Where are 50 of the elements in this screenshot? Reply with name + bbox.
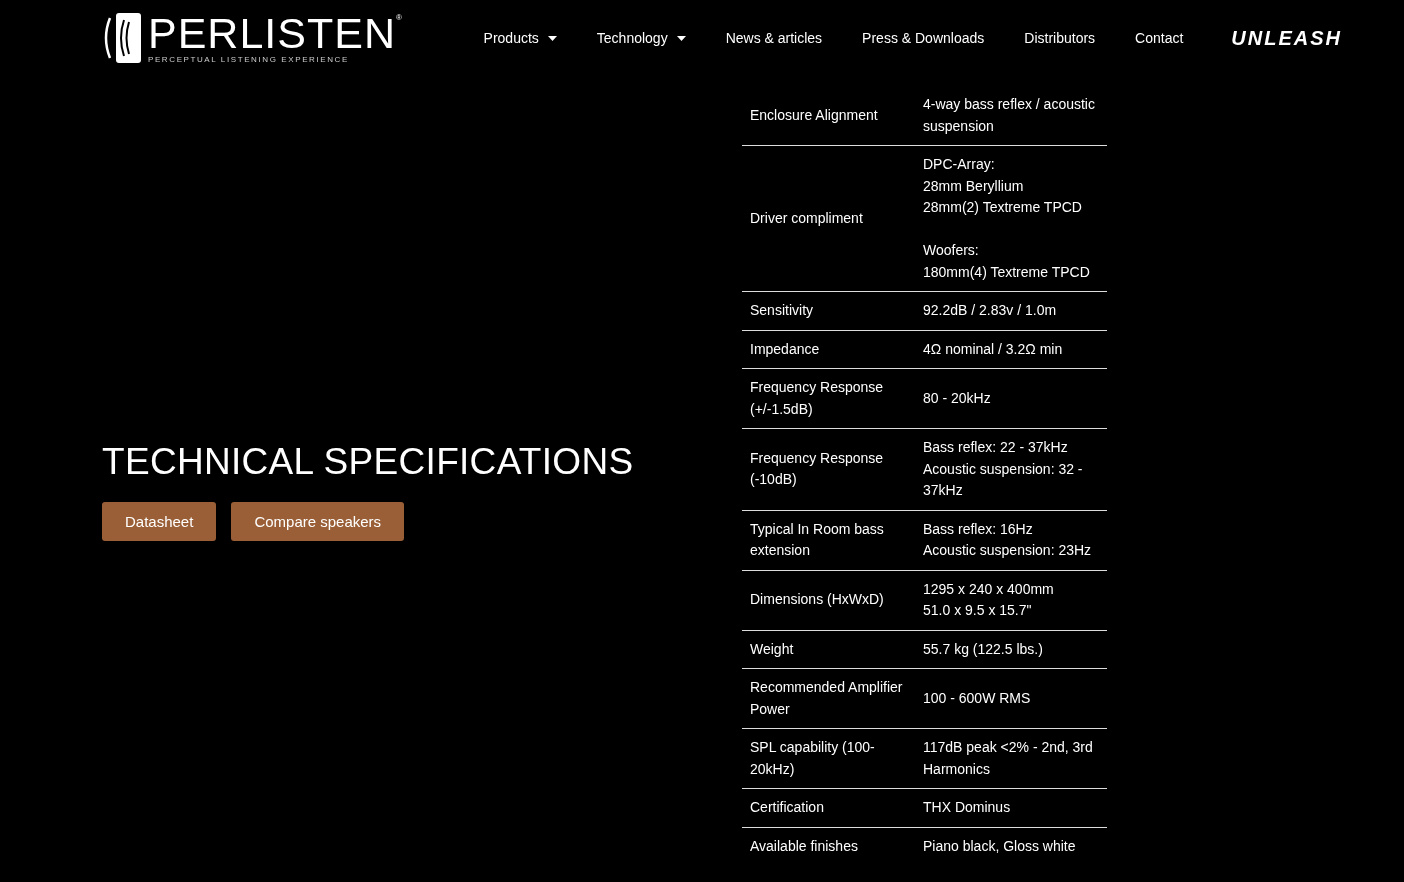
spec-label: Driver compliment: [749, 208, 864, 228]
caret-icon: [547, 35, 557, 41]
spec-value: 80 - 20kHz: [923, 388, 992, 408]
nav-link[interactable]: News & articles: [725, 30, 823, 46]
spec-value: Acoustic suspension: 32 - 37kHz: [923, 459, 1084, 500]
caret-icon: [676, 35, 686, 41]
spec-value: 4Ω nominal / 3.2Ω min: [923, 339, 1064, 359]
nav-link[interactable]: Distributors: [1024, 30, 1096, 46]
spec-value: 180mm(4) Textreme TPCD: [923, 262, 1091, 282]
spec-label: Weight: [749, 639, 795, 659]
spec-label: SPL capability (100-20kHz): [749, 738, 876, 779]
spec-value: 55.7 kg (122.5 lbs.): [923, 639, 1044, 659]
spec-value: Woofers:: [923, 241, 980, 260]
spec-value: 28mm(2) Textreme TPCD: [923, 198, 1083, 217]
spec-label: Frequency Response (-10dB): [749, 448, 885, 490]
nav-link[interactable]: Contact: [1135, 30, 1184, 46]
nav-link[interactable]: Products: [483, 30, 557, 46]
spec-label: Enclosure Alignment: [749, 105, 879, 125]
brand-name: PERLISTEN: [148, 12, 396, 53]
spec-value: THX Dominus: [923, 798, 1012, 817]
perlisten-logo[interactable]: PERLISTEN® PERCEPTUAL LISTENING EXPERIENCE: [104, 12, 402, 64]
spec-value: 1295 x 240 x 400mm: [923, 579, 1055, 599]
spec-value: 92.2dB / 2.83v / 1.0m: [923, 301, 1058, 320]
nav-link[interactable]: Press & Downloads: [862, 30, 985, 46]
datasheet-button[interactable]: Datasheet: [102, 501, 217, 541]
brand-tagline: PERCEPTUAL LISTENING EXPERIENCE: [148, 54, 350, 64]
compare-button[interactable]: Compare speakers: [231, 501, 405, 541]
spec-value: 100 - 600W RMS: [923, 688, 1032, 708]
spec-label: Available finishes: [749, 836, 859, 856]
spec-value: Bass reflex: 16Hz: [923, 519, 1034, 539]
spec-value: DPC-Array:: [923, 155, 996, 174]
spec-value: 4-way bass reflex / acoustic suspension: [923, 95, 1096, 136]
spec-value: 28mm Beryllium: [923, 176, 1025, 196]
spec-value: Acoustic suspension: 23Hz: [923, 541, 1093, 560]
spec-label: Frequency Response (+/-1.5dB): [749, 378, 885, 419]
spec-label: Typical In Room bass extension: [749, 519, 885, 560]
spec-label: Certification: [749, 798, 825, 817]
unleash-link[interactable]: UNLEASH: [1231, 26, 1342, 50]
logo-mark-icon: [104, 12, 142, 64]
spec-value: 117dB peak <2% - 2nd, 3rd Harmonics: [923, 738, 1094, 779]
spec-label: Impedance: [749, 339, 821, 359]
spec-value: Bass reflex: 22 - 37kHz: [923, 438, 1069, 457]
nav-link[interactable]: Technology: [596, 30, 686, 46]
spec-label: Recommended Amplifier Power: [749, 678, 904, 719]
spec-label: Dimensions (HxWxD): [749, 590, 885, 610]
spec-label: Sensitivity: [749, 301, 815, 320]
section-heading: TECHNICAL SPECIFICATIONS: [102, 440, 635, 483]
spec-value: 51.0 x 9.5 x 15.7": [923, 601, 1033, 620]
registered-mark: ®: [395, 12, 402, 22]
spec-value: Piano black, Gloss white: [923, 836, 1077, 856]
